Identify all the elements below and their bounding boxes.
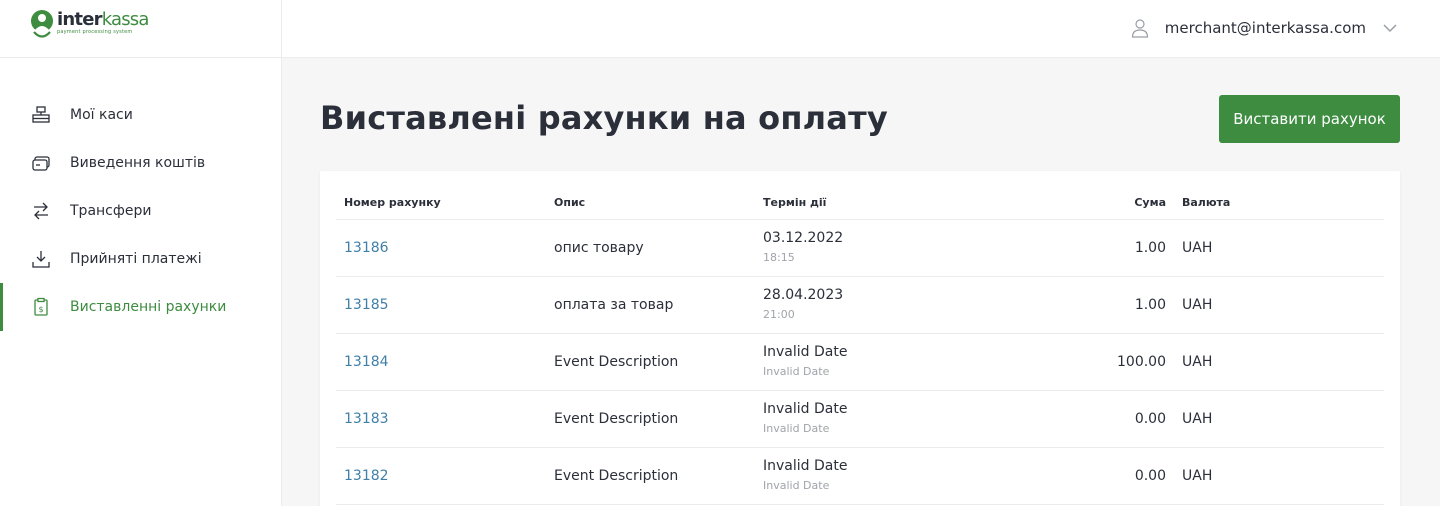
sidebar: interkassa payment processing system Мої… <box>0 0 282 506</box>
transfer-arrows-icon <box>31 201 51 221</box>
sidebar-item-my-cashboxes[interactable]: Мої каси <box>0 91 281 139</box>
invoice-number-link[interactable]: 13185 <box>344 297 389 313</box>
invoice-currency: UAH <box>1182 411 1213 427</box>
logo-mark-icon <box>31 10 53 38</box>
table-row: 13182 Event Description Invalid Date Inv… <box>336 448 1384 505</box>
user-icon <box>1131 19 1148 38</box>
column-header-expiry: Термін дії <box>763 196 827 209</box>
invoice-description: Event Description <box>554 411 679 427</box>
table-header: Номер рахунку Опис Термін дії Сума Валют… <box>336 171 1384 220</box>
invoice-amount: 0.00 <box>1134 468 1166 484</box>
invoice-amount: 1.00 <box>1134 297 1166 313</box>
column-header-amount: Сума <box>1134 196 1166 209</box>
column-header-description: Опис <box>554 196 586 209</box>
sidebar-nav: Мої каси Виведення коштів Трансфери Прий… <box>0 91 281 331</box>
logo-word-inter: inter <box>57 9 102 30</box>
create-invoice-button[interactable]: Виставити рахунок <box>1219 95 1400 143</box>
invoice-currency: UAH <box>1182 240 1213 256</box>
invoice-expiry-date: Invalid Date <box>763 401 848 417</box>
svg-text:$: $ <box>38 305 43 314</box>
invoice-number-link[interactable]: 13184 <box>344 354 389 370</box>
cash-register-icon <box>31 105 51 125</box>
sidebar-item-transfers[interactable]: Трансфери <box>0 187 281 235</box>
sidebar-item-label: Виставленні рахунки <box>70 299 227 315</box>
invoice-expiry-date: 03.12.2022 <box>763 230 844 246</box>
invoice-currency: UAH <box>1182 297 1213 313</box>
top-bar: merchant@interkassa.com <box>282 0 1440 58</box>
user-email: merchant@interkassa.com <box>1164 19 1366 37</box>
table-row: 13183 Event Description Invalid Date Inv… <box>336 391 1384 448</box>
invoice-description: оплата за товар <box>554 297 674 313</box>
sidebar-item-received-payments[interactable]: Прийняті платежі <box>0 235 281 283</box>
invoice-expiry-date: Invalid Date <box>763 458 848 474</box>
invoice-amount: 100.00 <box>1117 354 1166 370</box>
column-header-number: Номер рахунку <box>344 196 441 209</box>
invoices-table: Номер рахунку Опис Термін дії Сума Валют… <box>320 171 1400 506</box>
invoice-currency: UAH <box>1182 468 1213 484</box>
sidebar-item-issued-invoices[interactable]: $ Виставленні рахунки <box>0 283 281 331</box>
invoice-icon: $ <box>31 297 51 317</box>
invoice-expiry-date: Invalid Date <box>763 344 848 360</box>
invoice-number-link[interactable]: 13182 <box>344 468 389 484</box>
table-row: 13185 оплата за товар 28.04.2023 21:00 1… <box>336 277 1384 334</box>
column-header-currency: Валюта <box>1182 196 1231 209</box>
table-row: 13184 Event Description Invalid Date Inv… <box>336 334 1384 391</box>
invoice-number-link[interactable]: 13186 <box>344 240 389 256</box>
invoice-expiry-time: Invalid Date <box>763 422 830 435</box>
sidebar-item-label: Виведення коштів <box>70 155 206 171</box>
table-row: 13186 опис товару 03.12.2022 18:15 1.00 … <box>336 220 1384 277</box>
invoice-expiry-date: 28.04.2023 <box>763 287 844 303</box>
logo-word-kassa: kassa <box>101 9 150 30</box>
invoice-amount: 0.00 <box>1134 411 1166 427</box>
sidebar-item-label: Трансфери <box>70 203 152 219</box>
invoice-expiry-time: Invalid Date <box>763 479 830 492</box>
invoice-expiry-time: 18:15 <box>763 251 795 264</box>
user-menu[interactable]: merchant@interkassa.com <box>1131 18 1398 38</box>
page-title: Виставлені рахунки на оплату <box>320 99 888 137</box>
sidebar-item-label: Мої каси <box>70 107 133 123</box>
sidebar-item-withdrawals[interactable]: Виведення коштів <box>0 139 281 187</box>
invoice-currency: UAH <box>1182 354 1213 370</box>
invoice-description: Event Description <box>554 468 679 484</box>
sidebar-item-label: Прийняті платежі <box>70 251 202 267</box>
logo-area: interkassa payment processing system <box>0 0 281 58</box>
logo-wordmark: interkassa <box>57 10 149 30</box>
invoice-expiry-time: 21:00 <box>763 308 795 321</box>
wallet-icon <box>31 153 51 173</box>
chevron-down-icon <box>1383 24 1397 33</box>
invoice-expiry-time: Invalid Date <box>763 365 830 378</box>
interkassa-logo[interactable]: interkassa payment processing system <box>31 10 281 42</box>
download-icon <box>31 249 51 269</box>
invoice-amount: 1.00 <box>1134 240 1166 256</box>
invoice-number-link[interactable]: 13183 <box>344 411 389 427</box>
invoice-description: опис товару <box>554 240 644 256</box>
invoice-description: Event Description <box>554 354 679 370</box>
